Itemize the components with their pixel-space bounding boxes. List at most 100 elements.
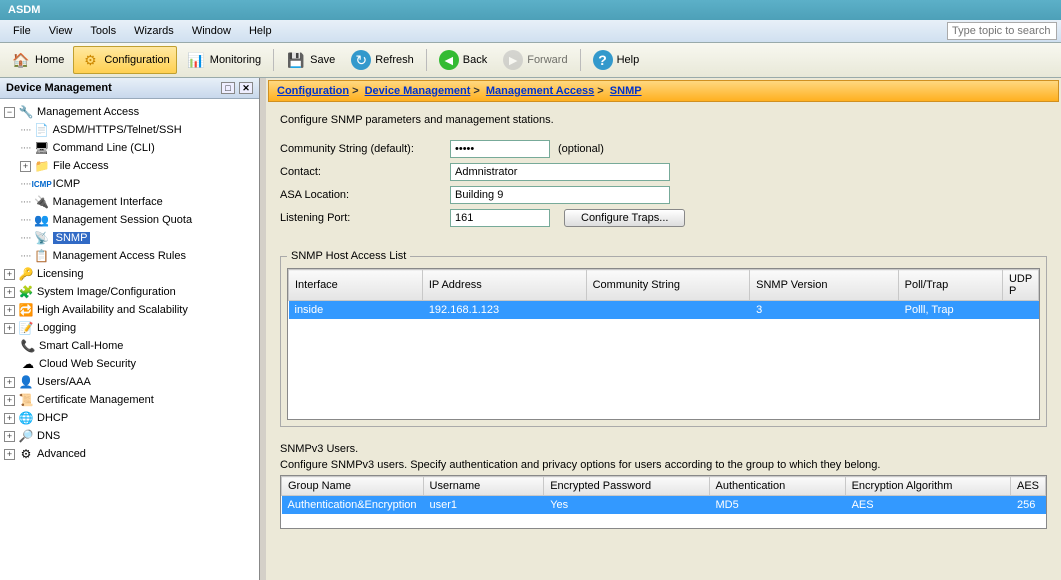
tree-icmp[interactable]: ····ICMP ICMP: [2, 175, 257, 193]
tree-logging[interactable]: +📝Logging: [2, 319, 257, 337]
sidebar-title-label: Device Management: [6, 82, 112, 94]
menu-file[interactable]: File: [4, 22, 40, 40]
host-row[interactable]: inside 192.168.1.123 3 Polll, Trap: [289, 301, 1039, 320]
contact-input[interactable]: [450, 163, 670, 181]
configuration-label: Configuration: [104, 54, 169, 66]
tree-system-image[interactable]: +🧩System Image/Configuration: [2, 283, 257, 301]
home-button[interactable]: 🏠 Home: [4, 46, 71, 74]
expand-icon[interactable]: +: [20, 161, 31, 172]
snmp-icon: 📡: [34, 230, 50, 246]
nav-tree[interactable]: − 🔧 Management Access ····📄 ASDM/HTTPS/T…: [0, 99, 259, 580]
collapse-icon[interactable]: −: [4, 107, 15, 118]
back-button[interactable]: ◄ Back: [432, 46, 494, 74]
tree-cert-mgmt[interactable]: +📜Certificate Management: [2, 391, 257, 409]
gears-icon: ⚙: [80, 50, 100, 70]
gears-icon: 🧩: [18, 284, 34, 300]
menu-view[interactable]: View: [40, 22, 82, 40]
expand-icon[interactable]: +: [4, 377, 15, 388]
tree-dns[interactable]: +🔎DNS: [2, 427, 257, 445]
tree-cloud-web[interactable]: ☁Cloud Web Security: [2, 355, 257, 373]
tree-smart-call[interactable]: 📞Smart Call-Home: [2, 337, 257, 355]
col-udp[interactable]: UDP P: [1002, 270, 1038, 301]
snmpv3-users-desc: Configure SNMPv3 users. Specify authenti…: [266, 455, 1061, 475]
expand-icon[interactable]: +: [4, 413, 15, 424]
col-username[interactable]: Username: [423, 477, 544, 496]
tree-file-access[interactable]: +📁 File Access: [2, 157, 257, 175]
community-string-input[interactable]: [450, 140, 550, 158]
phone-icon: 📞: [20, 338, 36, 354]
tree-dhcp[interactable]: +🌐DHCP: [2, 409, 257, 427]
content-area: Configuration> Device Management> Manage…: [260, 78, 1061, 580]
col-interface[interactable]: Interface: [289, 270, 423, 301]
close-panel-icon[interactable]: ✕: [239, 82, 253, 94]
menu-window[interactable]: Window: [183, 22, 240, 40]
folder-icon: 📁: [34, 158, 50, 174]
toolbar-separator: [580, 49, 581, 71]
snmpv3-users-table[interactable]: Group Name Username Encrypted Password A…: [281, 476, 1046, 514]
toolbar-separator: [426, 49, 427, 71]
save-button[interactable]: 💾 Save: [279, 46, 342, 74]
help-search-input[interactable]: [947, 22, 1057, 40]
col-ip[interactable]: IP Address: [422, 270, 586, 301]
monitoring-button[interactable]: 📊 Monitoring: [179, 46, 268, 74]
expand-icon[interactable]: +: [4, 305, 15, 316]
col-polltrap[interactable]: Poll/Trap: [898, 270, 1002, 301]
col-aes[interactable]: AES: [1010, 477, 1045, 496]
crumb-configuration[interactable]: Configuration: [277, 85, 349, 97]
tree-ha[interactable]: +🔁High Availability and Scalability: [2, 301, 257, 319]
user-row[interactable]: Authentication&Encryption user1 Yes MD5 …: [282, 496, 1046, 515]
refresh-label: Refresh: [375, 54, 414, 66]
menu-bar: File View Tools Wizards Window Help: [0, 20, 1061, 43]
col-community[interactable]: Community String: [586, 270, 750, 301]
menu-help[interactable]: Help: [240, 22, 281, 40]
tree-advanced[interactable]: +⚙Advanced: [2, 445, 257, 463]
port-input[interactable]: [450, 209, 550, 227]
host-access-table[interactable]: Interface IP Address Community String SN…: [288, 269, 1039, 319]
col-encpw[interactable]: Encrypted Password: [544, 477, 709, 496]
cert-icon: 📜: [18, 392, 34, 408]
col-auth[interactable]: Authentication: [709, 477, 845, 496]
tree-mgmt-interface[interactable]: ····🔌 Management Interface: [2, 193, 257, 211]
dns-icon: 🔎: [18, 428, 34, 444]
expand-icon[interactable]: +: [4, 395, 15, 406]
configuration-button[interactable]: ⚙ Configuration: [73, 46, 176, 74]
expand-icon[interactable]: +: [4, 449, 15, 460]
location-label: ASA Location:: [280, 189, 450, 201]
menu-tools[interactable]: Tools: [81, 22, 125, 40]
tree-cli[interactable]: ····🖥 Command Line (CLI): [2, 139, 257, 157]
cloud-icon: ☁: [20, 356, 36, 372]
expand-icon[interactable]: +: [4, 323, 15, 334]
monitoring-label: Monitoring: [210, 54, 261, 66]
expand-icon[interactable]: +: [4, 287, 15, 298]
community-string-label: Community String (default):: [280, 143, 450, 155]
crumb-device-management[interactable]: Device Management: [365, 85, 471, 97]
tree-management-access[interactable]: − 🔧 Management Access: [2, 103, 257, 121]
tree-licensing[interactable]: +🔑Licensing: [2, 265, 257, 283]
location-input[interactable]: [450, 186, 670, 204]
refresh-button[interactable]: ↻ Refresh: [344, 46, 421, 74]
forward-button[interactable]: ► Forward: [496, 46, 574, 74]
toolbar: 🏠 Home ⚙ Configuration 📊 Monitoring 💾 Sa…: [0, 43, 1061, 78]
expand-icon[interactable]: +: [4, 431, 15, 442]
tree-users-aaa[interactable]: +👤Users/AAA: [2, 373, 257, 391]
col-version[interactable]: SNMP Version: [750, 270, 899, 301]
crumb-management-access[interactable]: Management Access: [486, 85, 594, 97]
tree-session-quota[interactable]: ····👥 Management Session Quota: [2, 211, 257, 229]
tree-asdm-https[interactable]: ····📄 ASDM/HTTPS/Telnet/SSH: [2, 121, 257, 139]
expand-icon[interactable]: +: [4, 269, 15, 280]
users-icon: 👤: [18, 374, 34, 390]
menu-wizards[interactable]: Wizards: [125, 22, 183, 40]
configure-traps-button[interactable]: Configure Traps...: [564, 209, 685, 227]
host-access-list: SNMP Host Access List Interface IP Addre…: [280, 250, 1047, 427]
help-button[interactable]: ? Help: [586, 46, 647, 74]
undock-icon[interactable]: □: [221, 82, 235, 94]
col-group[interactable]: Group Name: [282, 477, 424, 496]
col-encalg[interactable]: Encryption Algorithm: [845, 477, 1010, 496]
save-label: Save: [310, 54, 335, 66]
rules-icon: 📋: [34, 248, 50, 264]
back-icon: ◄: [439, 50, 459, 70]
tree-snmp[interactable]: ····📡 SNMP: [2, 229, 257, 247]
crumb-snmp[interactable]: SNMP: [610, 85, 642, 97]
tree-access-rules[interactable]: ····📋 Management Access Rules: [2, 247, 257, 265]
advanced-icon: ⚙: [18, 446, 34, 462]
